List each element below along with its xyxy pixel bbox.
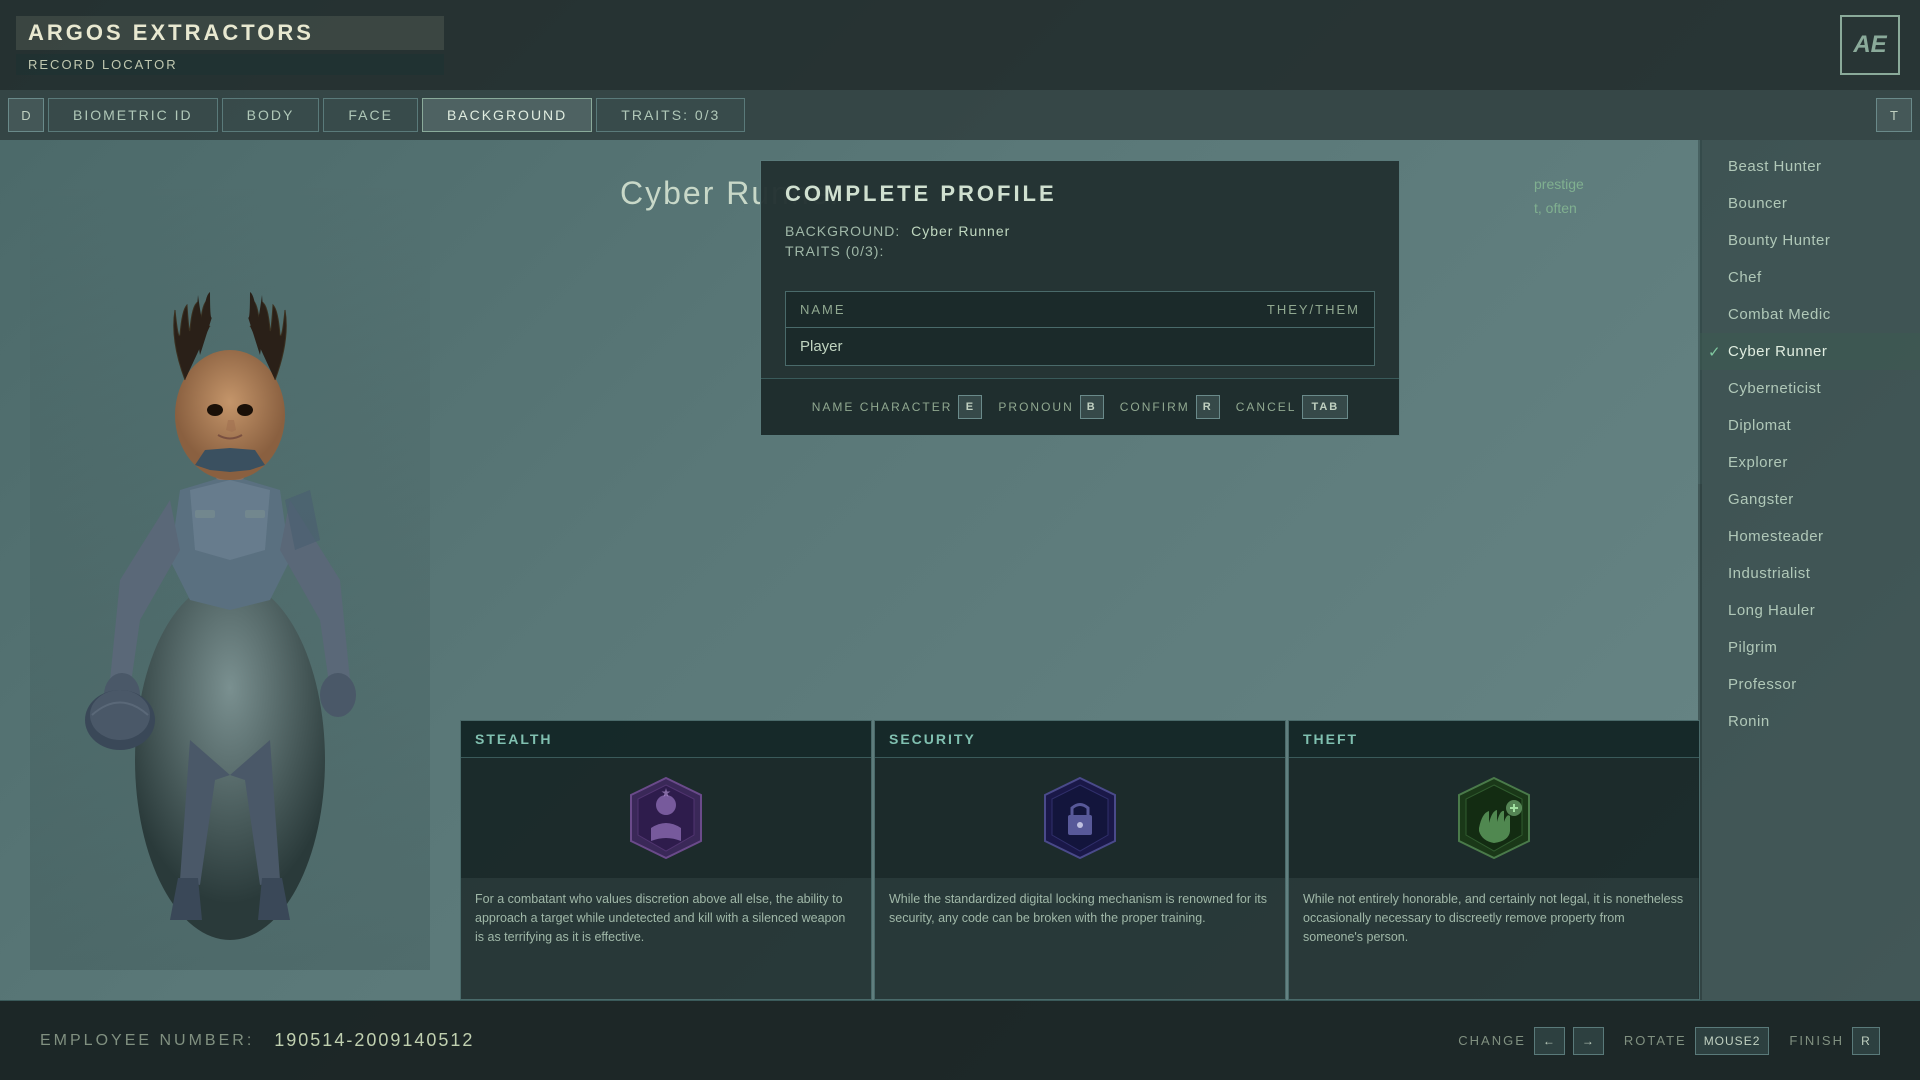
cancel-action: CANCEL TAB (1236, 395, 1348, 419)
employee-label: EMPLOYEE NUMBER: (40, 1032, 254, 1050)
sidebar-item-bounty-hunter[interactable]: Bounty Hunter (1700, 222, 1920, 259)
sidebar-item-pilgrim[interactable]: Pilgrim (1700, 629, 1920, 666)
nav-forward-button[interactable]: T (1876, 98, 1912, 132)
sidebar-item-long-hauler[interactable]: Long Hauler (1700, 592, 1920, 629)
finish-label: FINISH (1789, 1033, 1844, 1048)
finish-key[interactable]: R (1852, 1027, 1880, 1055)
tab-body[interactable]: BODY (222, 98, 320, 132)
modal-title: COMPLETE PROFILE (761, 161, 1399, 223)
sidebar-item-homesteader[interactable]: Homesteader (1700, 518, 1920, 555)
cancel-key[interactable]: TAB (1302, 395, 1348, 419)
pronoun-label: PRONOUN (998, 400, 1073, 414)
cancel-label: CANCEL (1236, 400, 1297, 414)
tab-face[interactable]: FACE (323, 98, 418, 132)
name-character-key[interactable]: E (958, 395, 982, 419)
sidebar-item-ronin[interactable]: Ronin (1700, 703, 1920, 740)
name-character-label: NAME CHARACTER (812, 400, 953, 414)
sidebar-item-diplomat[interactable]: Diplomat (1700, 407, 1920, 444)
company-name: ARGOS EXTRACTORS (16, 16, 444, 50)
bottom-actions: CHANGE ← → ROTATE MOUSE2 FINISH R (1458, 1027, 1880, 1055)
sidebar-item-professor[interactable]: Professor (1700, 666, 1920, 703)
pronoun-key[interactable]: B (1080, 395, 1104, 419)
modal-background-value: Cyber Runner (911, 223, 1010, 239)
sidebar-item-explorer[interactable]: Explorer (1700, 444, 1920, 481)
confirm-key[interactable]: R (1196, 395, 1220, 419)
rotate-key[interactable]: MOUSE2 (1695, 1027, 1770, 1055)
modal-background-line: BACKGROUND: Cyber Runner (785, 223, 1375, 239)
nav-tabs: D BIOMETRIC ID BODY FACE BACKGROUND TRAI… (0, 90, 1920, 140)
right-sidebar: Beast Hunter Bouncer Bounty Hunter Chef … (1700, 140, 1920, 1000)
change-key-left[interactable]: ← (1534, 1027, 1565, 1055)
sidebar-item-beast-hunter[interactable]: Beast Hunter (1700, 148, 1920, 185)
rotate-action-group: ROTATE MOUSE2 (1624, 1027, 1769, 1055)
modal-table: NAME THEY/THEM Player (785, 291, 1375, 366)
tab-biometric-id[interactable]: BIOMETRIC ID (48, 98, 218, 132)
tab-background[interactable]: BACKGROUND (422, 98, 592, 132)
modal-background-label: BACKGROUND: (785, 223, 900, 239)
name-character-action: NAME CHARACTER E (812, 395, 983, 419)
modal-table-header: NAME THEY/THEM (786, 292, 1374, 328)
sidebar-item-cyberneticist[interactable]: Cyberneticist (1700, 370, 1920, 407)
modal-col-pronoun: THEY/THEM (1267, 302, 1360, 317)
modal-table-row: Player (786, 328, 1374, 365)
sidebar-item-gangster[interactable]: Gangster (1700, 481, 1920, 518)
modal-footer: NAME CHARACTER E PRONOUN B CONFIRM R CAN… (761, 378, 1399, 435)
sidebar-item-bouncer[interactable]: Bouncer (1700, 185, 1920, 222)
character-area (0, 140, 460, 1000)
employee-number: 190514-2009140512 (274, 1030, 474, 1051)
change-label: CHANGE (1458, 1033, 1526, 1048)
modal-col-name: NAME (800, 302, 846, 317)
nav-forward-label: T (1890, 108, 1898, 123)
employee-section: EMPLOYEE NUMBER: 190514-2009140512 (40, 1030, 474, 1051)
modal-traits-line: TRAITS (0/3): (785, 243, 1375, 259)
change-action-group: CHANGE ← → (1458, 1027, 1604, 1055)
record-locator: RECORD LOCATOR (16, 54, 444, 75)
complete-profile-modal: COMPLETE PROFILE BACKGROUND: Cyber Runne… (760, 160, 1400, 436)
bottom-bar: EMPLOYEE NUMBER: 190514-2009140512 CHANG… (0, 1000, 1920, 1080)
confirm-label: CONFIRM (1120, 400, 1190, 414)
nav-back-label: D (21, 108, 30, 123)
sidebar-item-cyber-runner[interactable]: Cyber Runner (1700, 333, 1920, 370)
sidebar-item-industrialist[interactable]: Industrialist (1700, 555, 1920, 592)
rotate-label: ROTATE (1624, 1033, 1687, 1048)
change-key-right[interactable]: → (1573, 1027, 1604, 1055)
ae-logo-icon: AE (1840, 15, 1900, 75)
confirm-action: CONFIRM R (1120, 395, 1220, 419)
character-svg (40, 180, 420, 960)
modal-player-name: Player (800, 338, 843, 355)
modal-info: BACKGROUND: Cyber Runner TRAITS (0/3): (761, 223, 1399, 279)
sidebar-item-chef[interactable]: Chef (1700, 259, 1920, 296)
finish-action-group: FINISH R (1789, 1027, 1880, 1055)
tab-traits[interactable]: TRAITS: 0/3 (596, 98, 745, 132)
top-bar: ARGOS EXTRACTORS RECORD LOCATOR AE (0, 0, 1920, 90)
pronoun-action: PRONOUN B (998, 395, 1103, 419)
sidebar-item-combat-medic[interactable]: Combat Medic (1700, 296, 1920, 333)
character-preview (30, 170, 430, 970)
logo-area: ARGOS EXTRACTORS RECORD LOCATOR (0, 0, 460, 90)
nav-back-button[interactable]: D (8, 98, 44, 132)
modal-overlay: COMPLETE PROFILE BACKGROUND: Cyber Runne… (460, 140, 1700, 1000)
